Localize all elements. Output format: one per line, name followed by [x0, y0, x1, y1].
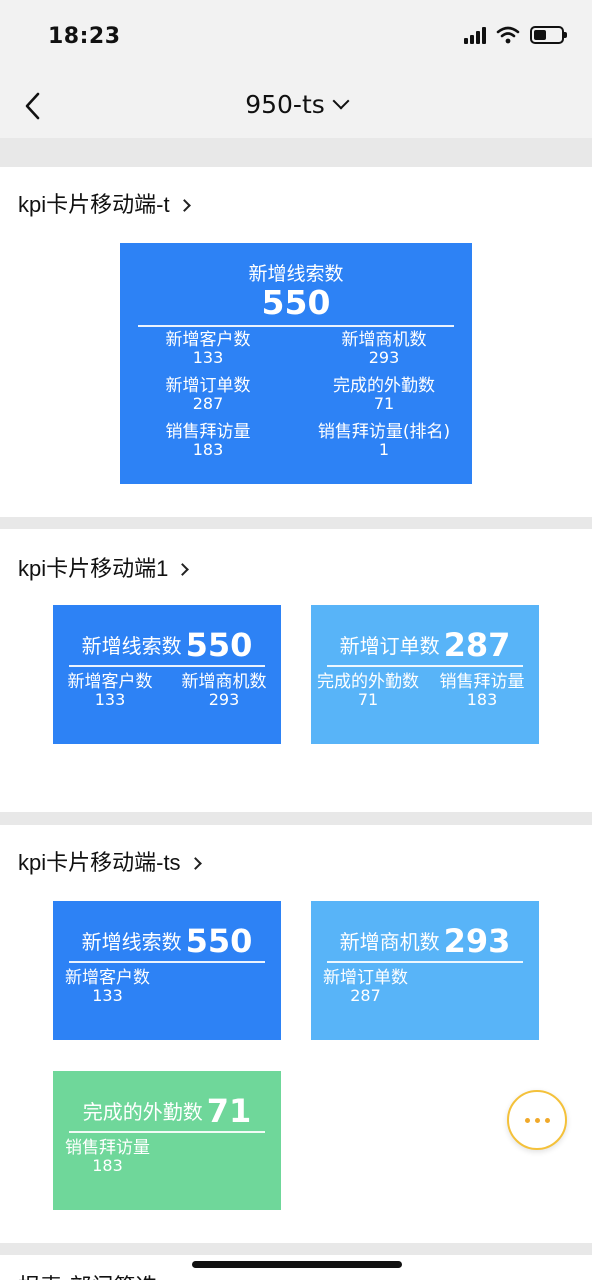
section-header[interactable]: kpi卡片移动端-ts: [18, 845, 202, 877]
kpi-section-3: kpi卡片移动端-ts 新增线索数 550 新增客户数 133 新增商机数 293 新…: [0, 825, 592, 1243]
cellular-signal-icon: [464, 26, 486, 44]
kpi-main: 新增线索数 550: [81, 626, 253, 664]
section-title[interactable]: 报表-部门筛选: [18, 1269, 157, 1280]
card-divider: [69, 1131, 265, 1133]
card-divider: [327, 961, 523, 963]
kpi-sub-item: 完成的外勤数 71: [333, 376, 435, 413]
kpi-sub-item: 新增订单数 287: [165, 376, 251, 413]
kpi-sub-item: 销售拜访量 183: [439, 672, 525, 709]
section-title: kpi卡片移动端-t: [18, 192, 170, 217]
battery-icon: [530, 26, 567, 44]
kpi-main-label: 新增线索数: [248, 263, 344, 285]
card-divider: [138, 325, 454, 327]
kpi-card[interactable]: 新增订单数 287 完成的外勤数 71 销售拜访量 183: [311, 605, 539, 744]
section-header[interactable]: kpi卡片移动端1: [18, 551, 190, 583]
kpi-main: 新增订单数 287: [339, 626, 511, 664]
chevron-right-icon: [177, 199, 191, 212]
more-options-button[interactable]: [507, 1090, 567, 1150]
kpi-sub-grid: 新增客户数 133 新增商机数 293: [53, 673, 281, 709]
kpi-section-1: kpi卡片移动端-t 新增线索数 550 新增客户数 133 新增商机数 293 新…: [0, 167, 592, 517]
kpi-sub-item: 新增商机数 293: [181, 672, 267, 709]
kpi-sub-item: 销售拜访量 183: [65, 1138, 150, 1175]
kpi-sub-item: 销售拜访量(排名) 1: [317, 422, 451, 459]
status-time: 18:23: [48, 24, 121, 49]
status-bar: 18:23: [0, 0, 592, 74]
page-title: 950-ts: [245, 90, 325, 119]
chevron-right-icon: [188, 857, 202, 870]
chevron-down-icon: [332, 92, 350, 110]
card-divider: [69, 961, 265, 963]
card-divider: [327, 665, 523, 667]
kpi-card[interactable]: 新增线索数 550 新增客户数 133: [53, 901, 281, 1040]
kpi-sub-grid: 完成的外勤数 71 销售拜访量 183: [311, 673, 539, 709]
kpi-main: 新增商机数 293: [339, 922, 511, 960]
kpi-card[interactable]: 完成的外勤数 71 销售拜访量 183: [53, 1071, 281, 1210]
section-title: kpi卡片移动端1: [18, 556, 169, 581]
kpi-card[interactable]: 新增线索数 550 新增客户数 133 新增商机数 293 新增订单数 287 完成的…: [120, 243, 472, 484]
kpi-section-2: kpi卡片移动端1 新增线索数 550 新增客户数 133 新增商机数 293 新增订…: [0, 529, 592, 812]
kpi-main: 完成的外勤数 71: [82, 1092, 252, 1130]
dashboard-selector[interactable]: 950-ts: [0, 90, 592, 119]
wifi-icon: [496, 26, 520, 44]
kpi-sub-item: 新增商机数 293: [341, 330, 427, 367]
kpi-main: 新增线索数 550: [120, 259, 472, 320]
kpi-main: 新增线索数 550: [81, 922, 253, 960]
kpi-sub-item: 完成的外勤数 71: [317, 672, 419, 709]
section-title: kpi卡片移动端-ts: [18, 850, 181, 875]
status-icons: [464, 26, 567, 44]
kpi-main-value: 550: [261, 283, 331, 322]
kpi-card[interactable]: 新增线索数 550 新增客户数 133 新增商机数 293: [53, 605, 281, 744]
home-indicator: [192, 1261, 402, 1268]
kpi-sub-grid: 新增客户数 133 新增商机数 293 新增订单数 287 完成的外勤数 71 销售拜访…: [120, 331, 472, 459]
kpi-card[interactable]: 新增商机数 293 新增订单数 287: [311, 901, 539, 1040]
kpi-sub-item: 销售拜访量 183: [165, 422, 251, 459]
kpi-sub-item: 新增订单数 287: [323, 968, 408, 1005]
kpi-sub-item: 新增客户数 133: [67, 672, 153, 709]
kpi-sub-item: 新增客户数 133: [165, 330, 251, 367]
section-header[interactable]: kpi卡片移动端-t: [18, 187, 191, 219]
nav-bar: 950-ts: [0, 74, 592, 138]
ellipsis-icon: [524, 1117, 530, 1123]
chevron-right-icon: [176, 563, 190, 576]
kpi-sub-item: 新增客户数 133: [65, 968, 150, 1005]
card-divider: [69, 665, 265, 667]
